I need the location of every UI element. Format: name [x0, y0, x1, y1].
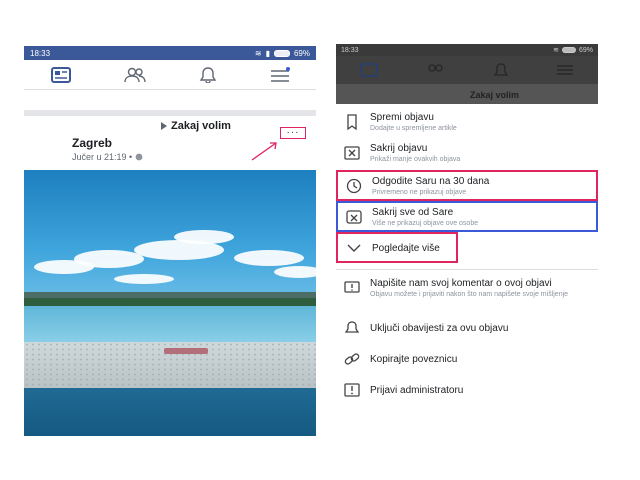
- feedback-icon: [344, 281, 360, 293]
- post-meta: Jučer u 21:19 •: [72, 152, 143, 162]
- left-phone-screen: 18:33 ≋ ▮ 69% Zakaj volim Zagreb Jučer u: [24, 46, 316, 436]
- post-page-link[interactable]: Zakaj volim: [161, 120, 231, 132]
- faded-page-name: Zakaj volim: [470, 90, 520, 100]
- wifi-icon: ≋: [553, 47, 559, 54]
- chevron-down-icon: [347, 244, 361, 252]
- page-name: Zakaj volim: [171, 120, 231, 132]
- top-nav: [24, 60, 316, 90]
- triangle-right-icon: [161, 122, 167, 130]
- menu-item-save-post[interactable]: Spremi objavu Dodajte u spremljene artik…: [336, 108, 598, 139]
- hide-post-icon: [344, 146, 360, 160]
- menu-item-report-admin[interactable]: Prijavi administratoru: [336, 376, 598, 400]
- news-feed-icon[interactable]: [50, 66, 71, 83]
- post-header: Zakaj volim Zagreb Jučer u 21:19 • ···: [24, 116, 316, 176]
- battery-level: 69%: [578, 46, 593, 54]
- status-time: 18:33: [341, 46, 359, 54]
- signal-icon: ▮: [265, 48, 270, 58]
- pointer-arrow-icon: [251, 142, 277, 161]
- right-phone-screen: 18:33 ≋ 69% Zakaj volim Spremi objavu Do…: [336, 44, 598, 400]
- menu-icon[interactable]: [556, 63, 574, 77]
- battery-icon: [273, 49, 290, 57]
- bookmark-icon: [347, 114, 357, 130]
- news-feed-icon[interactable]: [359, 63, 378, 77]
- hide-all-icon: [346, 210, 362, 224]
- battery-icon: [561, 47, 576, 53]
- friends-icon[interactable]: [425, 63, 445, 77]
- menu-item-unfollow[interactable]: Sakrij sve od Sare Više ne prikazuj obja…: [336, 201, 598, 232]
- menu-item-see-more[interactable]: Pogledajte više: [336, 232, 458, 263]
- link-icon: [344, 353, 360, 365]
- menu-icon[interactable]: [270, 66, 290, 83]
- notifications-icon[interactable]: [199, 66, 217, 83]
- battery-level: 69%: [293, 48, 310, 58]
- status-bar: 18:33 ≋ ▮ 69%: [24, 46, 316, 60]
- post-author-name[interactable]: Zagreb: [72, 136, 112, 150]
- post-time: Jučer u 21:19 •: [72, 152, 133, 162]
- menu-item-notifications[interactable]: Uključi obavijesti za ovu objavu: [336, 314, 598, 345]
- menu-item-feedback[interactable]: Napišite nam svoj komentar o ovoj objavi…: [336, 274, 598, 314]
- menu-item-copy-link[interactable]: Kopirajte poveznicu: [336, 345, 598, 376]
- menu-item-hide-post[interactable]: Sakrij objavu Prikaži manje ovakvih obja…: [336, 139, 598, 170]
- clock-icon: [346, 178, 362, 194]
- dimmed-post-header: Zakaj volim: [336, 84, 598, 104]
- post-options-button[interactable]: ···: [280, 127, 306, 139]
- bell-icon: [344, 321, 360, 333]
- menu-item-snooze[interactable]: Odgodite Saru na 30 dana Privremeno ne p…: [336, 170, 598, 201]
- status-bar: 18:33 ≋ 69%: [336, 44, 598, 56]
- status-time: 18:33: [30, 48, 51, 58]
- report-icon: [344, 383, 360, 397]
- friends-icon[interactable]: [123, 67, 146, 83]
- menu-divider: [336, 269, 598, 270]
- wifi-icon: ≋: [254, 48, 262, 58]
- post-photo[interactable]: [24, 170, 316, 436]
- globe-icon: [135, 153, 143, 161]
- top-nav-dimmed: [336, 56, 598, 84]
- notifications-icon[interactable]: [493, 63, 509, 77]
- post-options-menu: Spremi objavu Dodajte u spremljene artik…: [336, 108, 598, 400]
